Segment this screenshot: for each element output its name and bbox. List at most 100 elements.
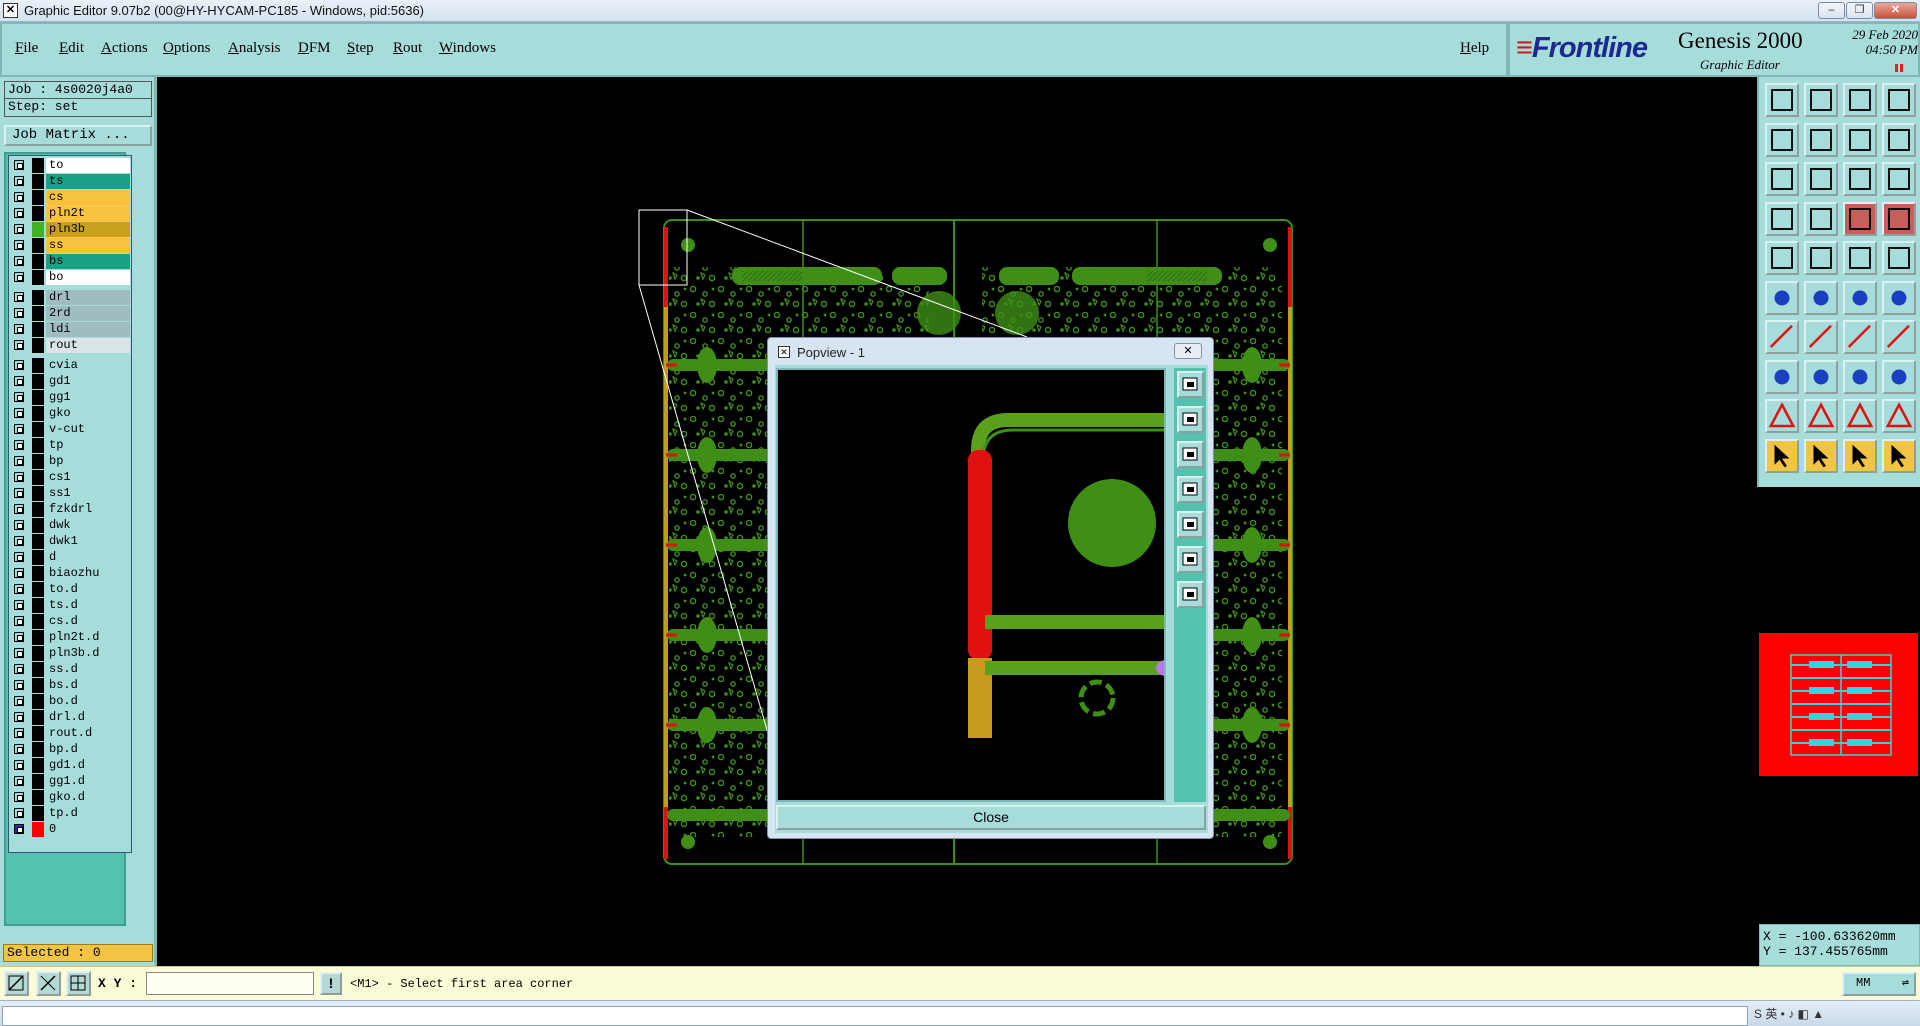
move-left-icon[interactable] bbox=[1177, 476, 1204, 503]
s-curve-icon[interactable] bbox=[1882, 122, 1916, 157]
layer-name[interactable]: cvia bbox=[46, 358, 130, 373]
layer-row-ts.d[interactable]: ts.d bbox=[9, 598, 131, 613]
layer-color-swatch[interactable] bbox=[32, 502, 44, 517]
xy-input[interactable] bbox=[146, 972, 314, 995]
home-icon[interactable] bbox=[1843, 83, 1877, 117]
layer-color-swatch[interactable] bbox=[32, 222, 44, 237]
layer-color-swatch[interactable] bbox=[32, 550, 44, 565]
layer-name[interactable]: gg1 bbox=[46, 390, 130, 405]
layer-color-swatch[interactable] bbox=[32, 534, 44, 549]
layer-row-pln2t.d[interactable]: pln2t.d bbox=[9, 630, 131, 645]
triangle-icon[interactable] bbox=[1765, 399, 1799, 433]
layer-color-swatch[interactable] bbox=[32, 390, 44, 405]
layer-row-gd1.d[interactable]: gd1.d bbox=[9, 758, 131, 773]
layer-checkbox[interactable] bbox=[14, 520, 24, 530]
layer-row-gko.d[interactable]: gko.d bbox=[9, 790, 131, 805]
menu-windows[interactable]: Windows bbox=[439, 40, 496, 57]
layer-row-gko[interactable]: gko bbox=[9, 406, 131, 421]
ruler-icon[interactable] bbox=[1843, 241, 1877, 275]
pan-center-icon[interactable] bbox=[1177, 581, 1204, 608]
layer-checkbox[interactable] bbox=[14, 680, 24, 690]
layer-color-swatch[interactable] bbox=[32, 662, 44, 677]
layer-name[interactable]: bs bbox=[46, 254, 130, 269]
layer-row-bp.d[interactable]: bp.d bbox=[9, 742, 131, 757]
layer-name[interactable]: 2rd bbox=[46, 306, 130, 321]
slant-line-icon[interactable] bbox=[1804, 320, 1838, 354]
layer-row-pln3b[interactable]: pln3b bbox=[9, 222, 131, 237]
layer-color-swatch[interactable] bbox=[32, 806, 44, 821]
layer-checkbox[interactable] bbox=[14, 504, 24, 514]
layer-name[interactable]: v-cut bbox=[46, 422, 130, 437]
layer-row-dwk1[interactable]: dwk1 bbox=[9, 534, 131, 549]
layer-row-drl.d[interactable]: drl.d bbox=[9, 710, 131, 725]
layer-name[interactable]: ss1 bbox=[46, 486, 130, 501]
scale-1to2-icon[interactable] bbox=[1843, 162, 1877, 196]
text-a-icon[interactable] bbox=[1804, 399, 1838, 433]
layer-checkbox[interactable] bbox=[14, 324, 24, 334]
layer-color-swatch[interactable] bbox=[32, 678, 44, 693]
layer-row-pln3b.d[interactable]: pln3b.d bbox=[9, 646, 131, 661]
layer-name[interactable]: dwk bbox=[46, 518, 130, 533]
layer-row-ss.d[interactable]: ss.d bbox=[9, 662, 131, 677]
layer-color-swatch[interactable] bbox=[32, 710, 44, 725]
layer-color-swatch[interactable] bbox=[32, 646, 44, 661]
layer-name[interactable]: cs.d bbox=[46, 614, 130, 629]
layer-checkbox[interactable] bbox=[14, 424, 24, 434]
layer-name[interactable]: biaozhu bbox=[46, 566, 130, 581]
layer-color-swatch[interactable] bbox=[32, 358, 44, 373]
polygon-icon[interactable] bbox=[1882, 359, 1916, 394]
snap-icon[interactable] bbox=[1843, 122, 1877, 157]
layer-checkbox[interactable] bbox=[14, 824, 24, 834]
move-up-icon[interactable] bbox=[1177, 406, 1204, 433]
layer-checkbox[interactable] bbox=[14, 240, 24, 250]
align-icon[interactable] bbox=[1882, 320, 1916, 354]
layer-color-swatch[interactable] bbox=[32, 438, 44, 453]
job-matrix-button[interactable]: Job Matrix ... bbox=[4, 125, 152, 146]
snap-grid-icon[interactable] bbox=[1843, 359, 1877, 394]
layer-checkbox[interactable] bbox=[14, 256, 24, 266]
layer-checkbox[interactable] bbox=[14, 456, 24, 466]
layer-name[interactable]: rout.d bbox=[46, 726, 130, 741]
zoom-area-icon[interactable] bbox=[4, 971, 29, 996]
split-view-icon[interactable] bbox=[1882, 83, 1916, 117]
layer-name[interactable]: drl bbox=[46, 290, 130, 305]
layer-row-to[interactable]: to bbox=[9, 158, 131, 173]
layer-checkbox[interactable] bbox=[14, 192, 24, 202]
layer-name[interactable]: ldi bbox=[46, 322, 130, 337]
layer-checkbox[interactable] bbox=[14, 440, 24, 450]
layer-color-swatch[interactable] bbox=[32, 582, 44, 597]
layer-name[interactable]: gg1.d bbox=[46, 774, 130, 789]
layer-name[interactable]: drl.d bbox=[46, 710, 130, 725]
layer-row-gd1[interactable]: gd1 bbox=[9, 374, 131, 389]
menu-rout[interactable]: Rout bbox=[393, 40, 422, 57]
layer-row-bo[interactable]: bo bbox=[9, 270, 131, 285]
units-selector[interactable]: MM ⇌ bbox=[1842, 972, 1916, 996]
layer-row-ldi[interactable]: ldi bbox=[9, 322, 131, 337]
layer-name[interactable]: 0 bbox=[46, 822, 130, 837]
page-down-icon[interactable] bbox=[1804, 83, 1838, 117]
layer-row-cvia[interactable]: cvia bbox=[9, 358, 131, 373]
layer-row-tp[interactable]: tp bbox=[9, 438, 131, 453]
layer-checkbox[interactable] bbox=[14, 648, 24, 658]
layer-checkbox[interactable] bbox=[14, 308, 24, 318]
page-up-icon[interactable] bbox=[1765, 83, 1799, 117]
layer-color-swatch[interactable] bbox=[32, 238, 44, 253]
layer-checkbox[interactable] bbox=[14, 792, 24, 802]
layer-name[interactable]: cs1 bbox=[46, 470, 130, 485]
query-icon[interactable] bbox=[1882, 162, 1916, 196]
measure-icon[interactable] bbox=[1765, 201, 1799, 236]
layer-row-cs.d[interactable]: cs.d bbox=[9, 614, 131, 629]
layer-name[interactable]: d bbox=[46, 550, 130, 565]
layer-checkbox[interactable] bbox=[14, 760, 24, 770]
circle-icon[interactable] bbox=[1882, 241, 1916, 275]
layer-name[interactable]: pln2t bbox=[46, 206, 130, 221]
layer-name[interactable]: ss bbox=[46, 238, 130, 253]
layer-color-swatch[interactable] bbox=[32, 630, 44, 645]
layer-checkbox[interactable] bbox=[14, 776, 24, 786]
dash-icon[interactable] bbox=[1804, 359, 1838, 394]
move-right-icon[interactable] bbox=[1177, 511, 1204, 538]
text-c-icon[interactable] bbox=[1882, 399, 1916, 433]
layer-color-swatch[interactable] bbox=[32, 614, 44, 629]
taskbar-input[interactable] bbox=[2, 1006, 1748, 1026]
layer-checkbox[interactable] bbox=[14, 568, 24, 578]
